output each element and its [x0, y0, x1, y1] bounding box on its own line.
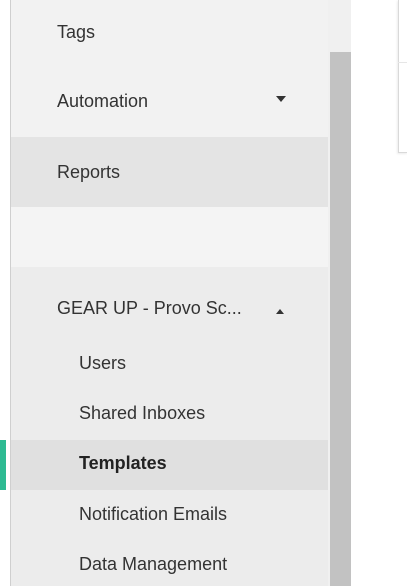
sidebar-item-label: Notification Emails — [79, 504, 228, 524]
scrollbar-thumb[interactable] — [330, 52, 351, 586]
chevron-up-icon[interactable] — [276, 309, 284, 314]
content-panel-divider — [398, 62, 407, 63]
content-panel — [398, 0, 407, 153]
sidebar-item-reports[interactable]: Reports — [11, 137, 329, 207]
sidebar-item-notification-emails[interactable]: Notification Emails — [11, 491, 329, 541]
sidebar-item-tags[interactable]: Tags — [11, 0, 329, 68]
chevron-down-icon[interactable] — [276, 96, 286, 102]
app-frame: Tags Automation Reports GEAR UP - Provo … — [0, 0, 407, 586]
sidebar-item-shared-inboxes[interactable]: Shared Inboxes — [11, 390, 329, 440]
sidebar-item-label: Shared Inboxes — [79, 403, 206, 423]
sidebar-item-label: Users — [79, 353, 127, 373]
active-indicator — [0, 440, 6, 490]
sidebar: Tags Automation Reports GEAR UP - Provo … — [10, 0, 329, 586]
sidebar-item-label: Data Management — [79, 554, 228, 574]
sidebar-item-label: Templates — [79, 453, 167, 473]
sidebar-item-label: Tags — [57, 22, 96, 42]
sidebar-item-data-management[interactable]: Data Management — [11, 541, 329, 586]
sidebar-item-label: Automation — [57, 91, 149, 111]
sidebar-spacer — [11, 207, 329, 267]
sidebar-item-label: Reports — [57, 162, 121, 182]
sidebar-item-templates[interactable]: Templates — [11, 440, 329, 490]
org-label: GEAR UP - Provo Sc... — [57, 298, 242, 318]
sidebar-item-users[interactable]: Users — [11, 340, 329, 390]
sidebar-item-org[interactable]: GEAR UP - Provo Sc... — [11, 267, 329, 349]
sidebar-item-automation[interactable]: Automation — [11, 68, 329, 136]
